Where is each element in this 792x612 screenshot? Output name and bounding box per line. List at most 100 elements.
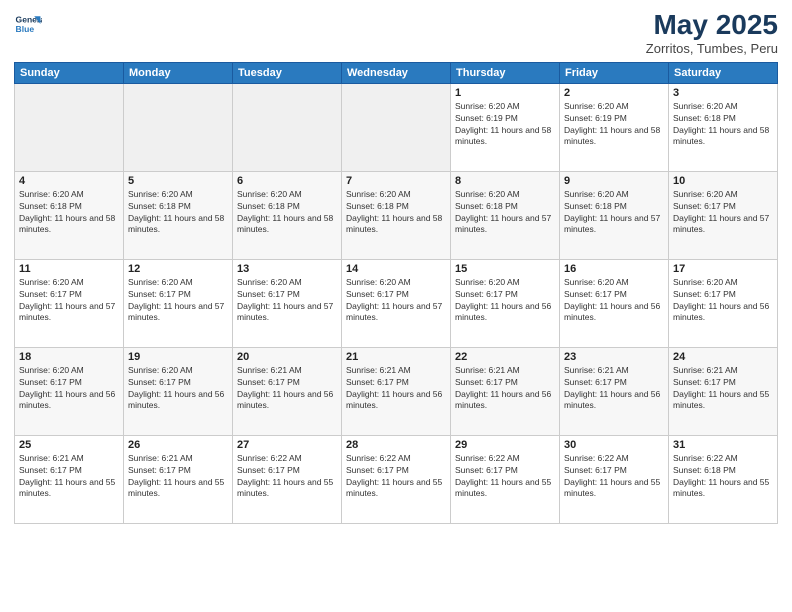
sunset-label: Sunset: 6:18 PM bbox=[455, 201, 518, 211]
sunrise-label: Sunrise: 6:20 AM bbox=[564, 277, 629, 287]
daylight-label: Daylight: 11 hours and 56 minutes. bbox=[455, 301, 551, 323]
calendar-day-cell: 23Sunrise: 6:21 AMSunset: 6:17 PMDayligh… bbox=[560, 347, 669, 435]
daylight-label: Daylight: 11 hours and 58 minutes. bbox=[19, 213, 115, 235]
day-info: Sunrise: 6:20 AMSunset: 6:19 PMDaylight:… bbox=[564, 101, 664, 149]
sunset-label: Sunset: 6:17 PM bbox=[455, 465, 518, 475]
sunrise-label: Sunrise: 6:20 AM bbox=[455, 277, 520, 287]
sunset-label: Sunset: 6:18 PM bbox=[237, 201, 300, 211]
calendar-day-cell bbox=[124, 83, 233, 171]
sunrise-label: Sunrise: 6:20 AM bbox=[128, 277, 193, 287]
sunrise-label: Sunrise: 6:20 AM bbox=[128, 365, 193, 375]
day-info: Sunrise: 6:20 AMSunset: 6:18 PMDaylight:… bbox=[564, 189, 664, 237]
column-header-tuesday: Tuesday bbox=[233, 62, 342, 83]
day-info: Sunrise: 6:20 AMSunset: 6:18 PMDaylight:… bbox=[19, 189, 119, 237]
calendar-week-row: 1 Sunrise: 6:20 AMSunset: 6:19 PMDaylight… bbox=[15, 83, 778, 171]
calendar-day-cell: 12 Sunrise: 6:20 AMSunset: 6:17 PMDayligh… bbox=[124, 259, 233, 347]
calendar-day-cell: 13 Sunrise: 6:20 AMSunset: 6:17 PMDayligh… bbox=[233, 259, 342, 347]
sunset-label: Sunset: 6:17 PM bbox=[564, 289, 627, 299]
day-info: Sunrise: 6:20 AMSunset: 6:17 PMDaylight:… bbox=[128, 365, 228, 413]
sunrise-label: Sunrise: 6:20 AM bbox=[673, 189, 738, 199]
day-info: Sunrise: 6:20 AMSunset: 6:17 PMDaylight:… bbox=[673, 277, 773, 325]
day-number: 24 bbox=[673, 351, 773, 363]
column-header-thursday: Thursday bbox=[451, 62, 560, 83]
sunrise-label: Sunrise: 6:20 AM bbox=[564, 101, 629, 111]
calendar-day-cell: 18Sunrise: 6:20 AMSunset: 6:17 PMDayligh… bbox=[15, 347, 124, 435]
day-info: Sunrise: 6:20 AMSunset: 6:17 PMDaylight:… bbox=[19, 277, 119, 325]
day-info: Sunrise: 6:22 AM Sunset: 6:17 PM Daylight:… bbox=[346, 453, 446, 501]
day-info: Sunrise: 6:20 AMSunset: 6:18 PMDaylight:… bbox=[455, 189, 555, 237]
day-number: 8 bbox=[455, 175, 555, 187]
sunset-label: Sunset: 6:17 PM bbox=[346, 465, 409, 475]
location-subtitle: Zorritos, Tumbes, Peru bbox=[646, 41, 778, 56]
daylight-label: Daylight: 11 hours and 57 minutes. bbox=[128, 301, 224, 323]
day-number: 12 bbox=[128, 263, 228, 275]
calendar-day-cell: 27Sunrise: 6:22 AMSunset: 6:17 PMDayligh… bbox=[233, 435, 342, 523]
calendar-day-cell: 9Sunrise: 6:20 AMSunset: 6:18 PMDaylight… bbox=[560, 171, 669, 259]
sunrise-label: Sunrise: 6:21 AM bbox=[564, 365, 629, 375]
daylight-label: Daylight: 11 hours and 57 minutes. bbox=[19, 301, 115, 323]
calendar-day-cell: 11Sunrise: 6:20 AMSunset: 6:17 PMDayligh… bbox=[15, 259, 124, 347]
sunrise-label: Sunrise: 6:20 AM bbox=[346, 277, 411, 287]
calendar-day-cell: 21 Sunrise: 6:21 AMSunset: 6:17 PMDayligh… bbox=[342, 347, 451, 435]
sunrise-label: Sunrise: 6:22 AM bbox=[455, 453, 520, 463]
sunset-label: Sunset: 6:18 PM bbox=[673, 465, 736, 475]
calendar-week-row: 18 Sunrise: 6:20 AM Sunset: 6:17 PM Dayligh… bbox=[15, 347, 778, 435]
day-number: 3 bbox=[673, 87, 773, 99]
sunrise-label: Sunrise: 6:20 AM bbox=[673, 277, 738, 287]
svg-text:Blue: Blue bbox=[16, 24, 35, 34]
day-info: Sunrise: 6:20 AMSunset: 6:17 PMDaylight:… bbox=[346, 277, 446, 325]
calendar-day-cell: 10Sunrise: 6:20 AMSunset: 6:17 PMDayligh… bbox=[669, 171, 778, 259]
daylight-label: Daylight: 11 hours and 57 minutes. bbox=[673, 213, 769, 235]
day-number: 5 bbox=[128, 175, 228, 187]
calendar: SundayMondayTuesdayWednesdayThursdayFrid… bbox=[14, 62, 778, 524]
calendar-day-cell bbox=[15, 83, 124, 171]
column-header-monday: Monday bbox=[124, 62, 233, 83]
sunrise-label: Sunrise: 6:20 AM bbox=[237, 277, 302, 287]
day-info: Sunrise: 6:21 AMSunset: 6:17 PMDaylight:… bbox=[455, 365, 555, 413]
sunrise-label: Sunrise: 6:21 AM bbox=[237, 365, 302, 375]
sunrise-label: Sunrise: 6:21 AM bbox=[19, 453, 84, 463]
daylight-label: Daylight: 11 hours and 55 minutes. bbox=[564, 477, 660, 499]
logo: General Blue bbox=[14, 10, 42, 38]
sunrise-label: Sunrise: 6:20 AM bbox=[564, 189, 629, 199]
daylight-label: Daylight: 11 hours and 55 minutes. bbox=[237, 477, 333, 499]
sunrise-label: Sunrise: 6:21 AM bbox=[673, 365, 738, 375]
sunrise-label: Sunrise: 6:20 AM bbox=[346, 189, 411, 199]
calendar-day-cell: 28Sunrise: 6:22 AMSunset: 6:17 PMDayligh… bbox=[342, 435, 451, 523]
sunrise-label: Sunrise: 6:21 AM bbox=[455, 365, 520, 375]
sunrise-label: Sunrise: 6:20 AM bbox=[237, 189, 302, 199]
daylight-label: Daylight: 11 hours and 57 minutes. bbox=[237, 301, 333, 323]
day-info: Sunrise: 6:21 AMSunset: 6:17 PMDaylight:… bbox=[19, 453, 119, 501]
day-info: Sunrise: 6:20 AMSunset: 6:17 PMDaylight:… bbox=[128, 277, 228, 325]
daylight-label: Daylight: 11 hours and 56 minutes. bbox=[564, 389, 660, 411]
calendar-day-cell: 2Sunrise: 6:20 AMSunset: 6:19 PMDaylight… bbox=[560, 83, 669, 171]
header: General Blue May 2025 Zorritos, Tumbes, … bbox=[14, 10, 778, 56]
day-number: 16 bbox=[564, 263, 664, 275]
day-info: Sunrise: 6:20 AMSunset: 6:18 PMDaylight:… bbox=[346, 189, 446, 237]
day-info: Sunrise: 6:22 AMSunset: 6:17 PMDaylight:… bbox=[455, 453, 555, 501]
day-info: Sunrise: 6:20 AMSunset: 6:17 PMDaylight:… bbox=[237, 277, 337, 325]
day-info: Sunrise: 6:20 AMSunset: 6:17 PMDaylight:… bbox=[455, 277, 555, 325]
calendar-week-row: 11Sunrise: 6:20 AMSunset: 6:17 PMDayligh… bbox=[15, 259, 778, 347]
logo-icon: General Blue bbox=[14, 10, 42, 38]
sunset-label: Sunset: 6:17 PM bbox=[673, 201, 736, 211]
daylight-label: Daylight: 11 hours and 56 minutes. bbox=[237, 389, 333, 411]
sunset-label: Sunset: 6:17 PM bbox=[128, 377, 191, 387]
sunset-label: Sunset: 6:17 PM bbox=[128, 465, 191, 475]
daylight-label: Daylight: 11 hours and 58 minutes. bbox=[346, 213, 442, 235]
day-number: 18 bbox=[19, 351, 119, 363]
day-info: Sunrise: 6:21 AMSunset: 6:17 PMDaylight:… bbox=[564, 365, 664, 413]
day-number: 1 bbox=[455, 87, 555, 99]
daylight-label: Daylight: 11 hours and 55 minutes. bbox=[673, 389, 769, 411]
calendar-day-cell: 3Sunrise: 6:20 AMSunset: 6:18 PMDaylight… bbox=[669, 83, 778, 171]
sunset-label: Sunset: 6:18 PM bbox=[564, 201, 627, 211]
calendar-day-cell: 7Sunrise: 6:20 AMSunset: 6:18 PMDaylight… bbox=[342, 171, 451, 259]
day-info: Sunrise: 6:21 AMSunset: 6:17 PMDaylight:… bbox=[346, 365, 446, 413]
daylight-label: Daylight: 11 hours and 55 minutes. bbox=[346, 477, 442, 499]
sunrise-label: Sunrise: 6:21 AM bbox=[128, 453, 193, 463]
calendar-week-row: 25Sunrise: 6:21 AMSunset: 6:17 PMDayligh… bbox=[15, 435, 778, 523]
sunrise-label: Sunrise: 6:22 AM bbox=[346, 453, 411, 463]
day-number: 21 bbox=[346, 351, 446, 363]
day-number: 31 bbox=[673, 439, 773, 451]
day-number: 13 bbox=[237, 263, 337, 275]
